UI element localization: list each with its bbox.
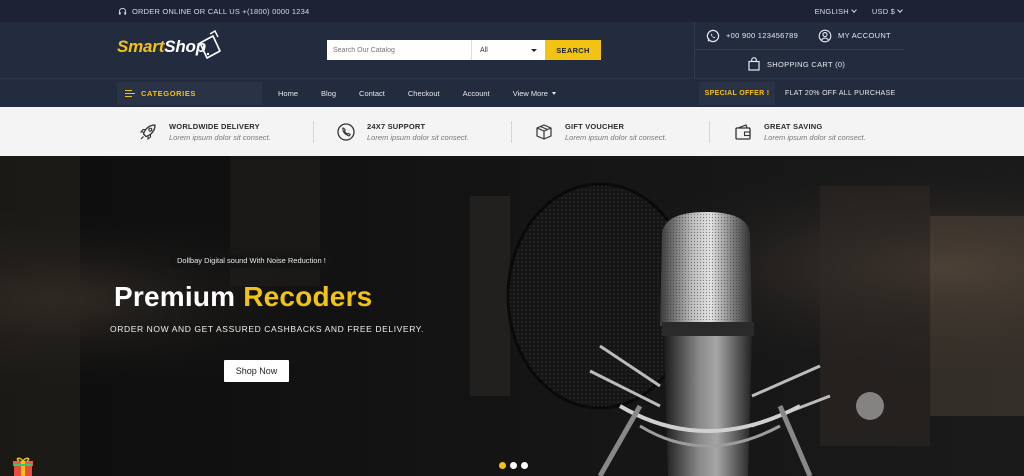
gift-box-icon [536, 123, 552, 140]
wallet-icon [735, 123, 751, 140]
nav-view-more-label: View More [512, 89, 548, 98]
order-text: ORDER ONLINE OR CALL US +(1800) 0000 123… [132, 6, 310, 16]
hero-title-white: Premium [114, 281, 236, 312]
headset-icon [118, 7, 127, 15]
phone-cart-logo-icon [199, 30, 221, 59]
logo-text-smart: Smart [117, 37, 165, 56]
slider-dot-2[interactable] [510, 462, 517, 469]
caret-down-icon [531, 48, 537, 52]
slider-dot-3[interactable] [521, 462, 528, 469]
phone-support-icon [337, 122, 355, 141]
currency-dropdown[interactable]: USD $ [871, 6, 903, 16]
feature-title: GIFT VOUCHER [565, 121, 625, 131]
categories-button[interactable]: CATEGORIES [117, 82, 262, 105]
main-nav: CATEGORIES Home Blog Contact Checkout Ac… [0, 78, 1024, 107]
header-actions: +00 900 123456789 MY ACCOUNT SHOPPING CA… [694, 22, 904, 78]
special-offer-badge: SPECIAL OFFER ! [699, 82, 775, 105]
my-account-label: MY ACCOUNT [838, 31, 891, 40]
hero-title-yellow: Recoders [243, 281, 373, 312]
header: SmartShop All SEARCH +00 900 123456789 [0, 22, 1024, 78]
feature-title: WORLDWIDE DELIVERY [169, 121, 260, 131]
feature-desc: Lorem ipsum dolor sit consect. [367, 132, 469, 142]
search-button[interactable]: SEARCH [545, 40, 601, 60]
feature-title: GREAT SAVING [764, 121, 823, 131]
menu-icon [125, 90, 135, 97]
user-icon [818, 29, 832, 42]
categories-label: CATEGORIES [141, 89, 197, 98]
divider [709, 121, 710, 143]
feature-worldwide-delivery: WORLDWIDE DELIVERY Lorem ipsum dolor sit… [138, 107, 271, 156]
special-offer-text: FLAT 20% OFF ALL PURCHASE [785, 90, 896, 97]
phone-contact[interactable]: +00 900 123456789 [706, 29, 798, 43]
search-input[interactable] [327, 40, 471, 60]
nav-home[interactable]: Home [278, 89, 298, 98]
language-label: ENGLISH [814, 6, 849, 16]
top-bar: ORDER ONLINE OR CALL US +(1800) 0000 123… [0, 0, 1024, 22]
category-select[interactable]: All [471, 40, 545, 60]
hero-tagline: ORDER NOW AND GET ASSURED CASHBACKS AND … [110, 324, 424, 334]
feature-title: 24X7 SUPPORT [367, 121, 426, 131]
nav-account[interactable]: Account [463, 89, 490, 98]
feature-great-saving: GREAT SAVING Lorem ipsum dolor sit conse… [733, 107, 866, 156]
shopping-bag-icon [748, 57, 760, 71]
feature-support: 24X7 SUPPORT Lorem ipsum dolor sit conse… [336, 107, 469, 156]
site-logo[interactable]: SmartShop [117, 37, 206, 57]
rocket-icon [139, 123, 156, 140]
nav-blog[interactable]: Blog [321, 89, 336, 98]
feature-gift-voucher: GIFT VOUCHER Lorem ipsum dolor sit conse… [534, 107, 667, 156]
my-account-link[interactable]: MY ACCOUNT [818, 29, 891, 43]
caret-down-icon [551, 92, 556, 95]
language-dropdown[interactable]: ENGLISH [814, 6, 857, 16]
slider-dot-1[interactable] [499, 462, 506, 469]
chevron-down-icon [851, 7, 857, 13]
whatsapp-icon [706, 29, 720, 42]
shop-now-button[interactable]: Shop Now [224, 360, 289, 382]
shopping-cart-link[interactable]: SHOPPING CART (0) [747, 57, 845, 71]
hero-title: Premium Recoders [114, 281, 372, 313]
phone-number: +00 900 123456789 [726, 31, 799, 40]
slider-pagination [499, 462, 528, 469]
divider [313, 121, 314, 143]
search-bar: All SEARCH [327, 40, 601, 60]
nav-contact[interactable]: Contact [359, 89, 385, 98]
shopping-cart-label: SHOPPING CART (0) [767, 59, 846, 69]
feature-desc: Lorem ipsum dolor sit consect. [764, 132, 866, 142]
category-select-value: All [480, 46, 488, 54]
feature-desc: Lorem ipsum dolor sit consect. [565, 132, 667, 142]
hero-microphone-image [0, 156, 1024, 476]
features-strip: WORLDWIDE DELIVERY Lorem ipsum dolor sit… [0, 107, 1024, 156]
gift-icon[interactable] [12, 457, 34, 476]
nav-checkout[interactable]: Checkout [408, 89, 440, 98]
chevron-down-icon [897, 7, 903, 13]
feature-desc: Lorem ipsum dolor sit consect. [169, 132, 271, 142]
currency-label: USD $ [871, 6, 895, 16]
order-info: ORDER ONLINE OR CALL US +(1800) 0000 123… [118, 0, 309, 22]
nav-view-more[interactable]: View More [513, 89, 556, 98]
hero-subtitle: Dollbay Digital sound With Noise Reducti… [170, 253, 333, 268]
divider [511, 121, 512, 143]
hero-banner: Dollbay Digital sound With Noise Reducti… [0, 156, 1024, 476]
